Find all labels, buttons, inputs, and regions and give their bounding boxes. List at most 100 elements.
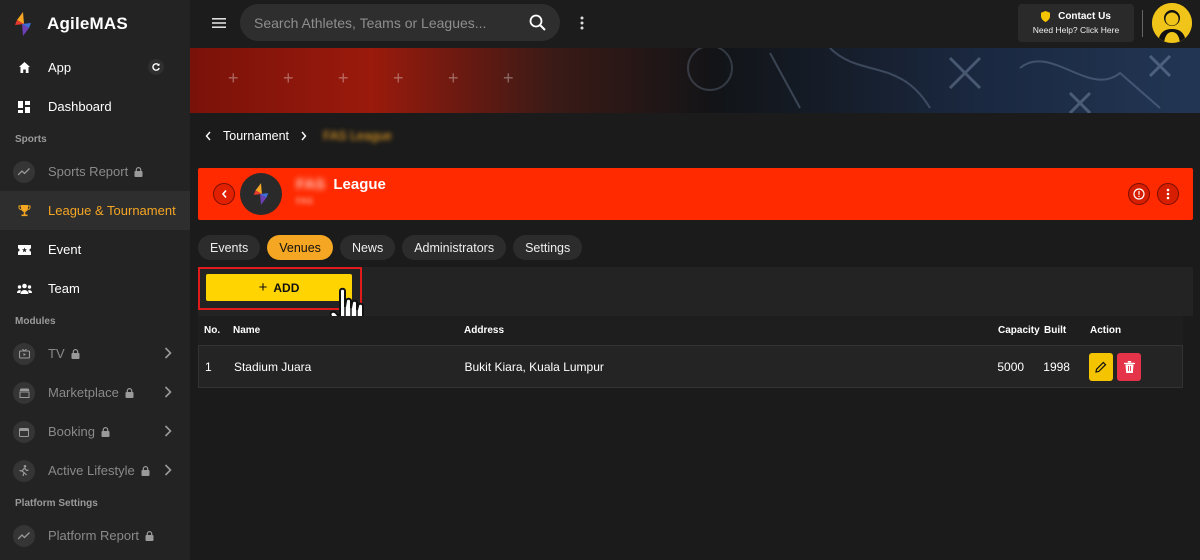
edit-button[interactable] — [1089, 352, 1114, 381]
contact-subtitle: Need Help? Click Here — [1032, 25, 1120, 35]
sidebar-item-team[interactable]: Team — [0, 269, 190, 308]
breadcrumb-parent[interactable]: Tournament — [223, 129, 289, 143]
sidebar-item-dashboard[interactable]: Dashboard — [0, 87, 190, 126]
section-modules: Modules — [15, 315, 56, 327]
sidebar-item-sports-report[interactable]: Sports Report — [0, 152, 190, 191]
lock-icon — [134, 166, 143, 177]
more-vertical-icon[interactable] — [580, 15, 584, 31]
cell-actions — [1083, 352, 1182, 381]
col-action: Action — [1090, 325, 1122, 336]
avatar[interactable] — [1152, 3, 1192, 43]
more-options-button[interactable] — [1157, 183, 1179, 205]
sidebar-item-label: Team — [48, 281, 80, 296]
league-header: FAS League FAS — [198, 168, 1193, 220]
table-row: 1 Stadium Juara Bukit Kiara, Kuala Lumpu… — [198, 345, 1183, 388]
sidebar-item-platform-report[interactable]: Platform Report — [0, 516, 190, 555]
chevron-right-icon[interactable] — [164, 463, 172, 477]
chevron-right-icon[interactable] — [164, 385, 172, 399]
ticket-icon — [16, 242, 32, 258]
sidebar-item-label: TV — [48, 346, 65, 361]
add-button-label: ADD — [273, 280, 300, 295]
sidebar-item-league-tournament[interactable]: League & Tournament — [0, 191, 190, 230]
trend-icon — [13, 160, 35, 183]
lock-icon — [125, 387, 134, 398]
breadcrumb: Tournament FAS League — [200, 125, 392, 147]
league-name: League — [333, 176, 386, 193]
sidebar-item-label: Marketplace — [48, 385, 119, 400]
search-bar — [240, 4, 560, 41]
chevron-left-icon[interactable] — [205, 131, 211, 141]
lock-icon — [145, 530, 154, 541]
plus-icon: + — [258, 279, 268, 296]
trend-icon — [13, 524, 35, 547]
sidebar-item-booking[interactable]: Booking — [0, 412, 190, 451]
agilemas-logo-icon — [15, 12, 31, 36]
cell-no: 1 — [205, 359, 212, 374]
search-input[interactable] — [254, 14, 514, 31]
refresh-icon[interactable] — [148, 59, 164, 75]
league-logo — [240, 173, 282, 215]
search-icon[interactable] — [529, 14, 546, 31]
back-button[interactable] — [213, 183, 235, 205]
booking-icon — [13, 420, 35, 443]
sidebar-item-label: App — [48, 60, 72, 75]
tab-news[interactable]: News — [339, 235, 396, 260]
run-icon — [13, 459, 35, 482]
venues-toolbar: + ADD — [198, 267, 1193, 334]
tab-venues[interactable]: Venues — [267, 235, 333, 260]
contact-us-button[interactable]: Contact Us Need Help? Click Here — [1018, 4, 1134, 42]
main-content: Tournament FAS League FAS League FAS Eve… — [190, 113, 1200, 560]
sidebar-item-tv[interactable]: TV — [0, 334, 190, 373]
app-root: AgileMAS App Dashboard Sports Sports Rep… — [0, 0, 1200, 560]
col-name: Name — [233, 325, 261, 336]
sidebar-item-active-lifestyle[interactable]: Active Lifestyle — [0, 451, 190, 490]
chevron-left-icon — [221, 189, 227, 199]
info-icon — [1133, 188, 1145, 200]
section-platform-settings: Platform Settings — [15, 497, 98, 509]
league-subtitle: FAS — [296, 196, 314, 206]
sidebar-item-event[interactable]: Event — [0, 230, 190, 269]
info-button[interactable] — [1128, 183, 1150, 205]
hamburger-menu-icon[interactable] — [212, 16, 226, 30]
chevron-right-icon — [301, 131, 307, 141]
col-built: Built — [1044, 325, 1067, 336]
cell-capacity: 5000 — [997, 359, 1025, 374]
sidebar-item-marketplace[interactable]: Marketplace — [0, 373, 190, 412]
home-icon — [16, 60, 32, 76]
cell-address: Bukit Kiara, Kuala Lumpur — [464, 359, 604, 374]
league-title: FAS League — [296, 176, 386, 193]
tab-events[interactable]: Events — [198, 235, 261, 260]
league-name-prefix: FAS — [296, 176, 326, 193]
col-address: Address — [464, 325, 505, 336]
sidebar-item-app[interactable]: App — [0, 48, 190, 87]
chevron-right-icon[interactable] — [164, 346, 172, 360]
trophy-icon — [16, 203, 32, 219]
group-icon — [16, 281, 32, 297]
tv-icon — [13, 342, 35, 365]
chevron-right-icon[interactable] — [164, 424, 172, 438]
section-sports: Sports — [15, 133, 47, 145]
hero-banner: + + + + + + — [190, 48, 1200, 113]
sidebar-item-label: Booking — [48, 424, 95, 439]
brand-name: AgileMAS — [47, 14, 128, 33]
sidebar-item-label: Event — [48, 242, 82, 257]
tab-administrators[interactable]: Administrators — [402, 235, 507, 260]
pencil-icon — [1095, 361, 1107, 373]
agilemas-logo-icon — [253, 183, 269, 205]
sidebar-item-label: Platform Report — [48, 528, 140, 543]
col-no: No. — [204, 325, 221, 336]
dashboard-icon — [16, 99, 32, 115]
col-capacity: Capacity — [998, 325, 1040, 336]
store-icon — [13, 381, 35, 404]
sidebar-item-label: League & Tournament — [48, 203, 176, 218]
sidebar-item-label: Active Lifestyle — [48, 463, 135, 478]
delete-button[interactable] — [1117, 352, 1142, 381]
trash-icon — [1123, 360, 1135, 373]
brand[interactable]: AgileMAS — [0, 0, 190, 48]
shield-icon — [1041, 11, 1051, 22]
breadcrumb-current: FAS League — [323, 129, 392, 143]
topbar: Contact Us Need Help? Click Here — [190, 0, 1200, 48]
user-avatar-icon — [1152, 3, 1192, 43]
more-vertical-icon — [1166, 188, 1170, 200]
tab-settings[interactable]: Settings — [513, 235, 583, 260]
